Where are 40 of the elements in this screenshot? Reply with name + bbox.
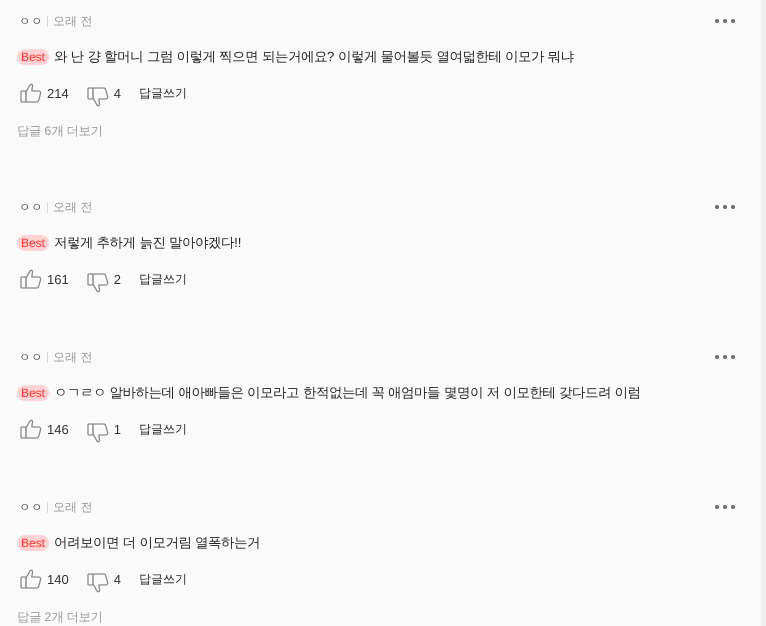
reply-button[interactable]: 답글쓰기 — [138, 84, 187, 102]
comment-text: 와 난 걍 할머니 그럼 이렇게 찍으면 되는거에요? 이렇게 물어볼듯 열여덟한테 이모가 뭐냐 — [54, 48, 574, 66]
dislike-button[interactable]: 2 — [86, 267, 121, 291]
thumbs-down-icon — [86, 87, 109, 107]
author-name: ㅇㅇ — [18, 500, 43, 514]
more-icon[interactable] — [715, 19, 735, 23]
thumbs-down-icon — [86, 273, 109, 293]
like-button[interactable]: 140 — [20, 569, 69, 589]
more-icon[interactable] — [715, 505, 735, 509]
thumbs-up-icon — [20, 419, 42, 439]
comment-text: 저렇게 추하게 늙진 말아야겠다!! — [54, 234, 242, 252]
comment-text: ㅇㄱㄹㅇ 알바하는데 애아빠들은 이모라고 한적없는데 꼭 애엄마들 몇명이 저 이모한테 갖다드려 이럼 — [54, 384, 641, 402]
best-badge: Best — [17, 49, 50, 65]
thumbs-down-icon — [86, 573, 109, 593]
more-icon[interactable] — [715, 355, 735, 359]
reply-button[interactable]: 답글쓰기 — [138, 570, 187, 588]
dislike-button[interactable]: 4 — [86, 81, 121, 105]
more-icon[interactable] — [715, 205, 735, 209]
best-badge: Best — [17, 385, 50, 401]
thumbs-up-icon — [20, 83, 42, 103]
like-button[interactable]: 161 — [20, 269, 69, 289]
dislike-button[interactable]: 1 — [86, 417, 121, 441]
dislike-button[interactable]: 4 — [86, 567, 121, 591]
thumbs-down-icon — [86, 423, 109, 443]
author-name: ㅇㅇ — [18, 350, 43, 364]
best-badge: Best — [17, 235, 50, 251]
thumbs-up-icon — [20, 269, 42, 289]
author-name: ㅇㅇ — [18, 14, 43, 28]
reply-button[interactable]: 답글쓰기 — [138, 420, 187, 438]
thumbs-up-icon — [20, 569, 42, 589]
post-time: 오래 전 — [53, 198, 92, 216]
author-name: ㅇㅇ — [18, 200, 43, 214]
post-time: 오래 전 — [53, 12, 92, 30]
like-button[interactable]: 214 — [20, 83, 69, 103]
like-button[interactable]: 146 — [20, 419, 69, 439]
post-time: 오래 전 — [53, 348, 92, 366]
comment-text: 어려보이면 더 이모거림 열폭하는거 — [54, 534, 260, 552]
reply-button[interactable]: 답글쓰기 — [138, 270, 187, 288]
best-badge: Best — [17, 535, 50, 551]
post-time: 오래 전 — [53, 498, 92, 516]
